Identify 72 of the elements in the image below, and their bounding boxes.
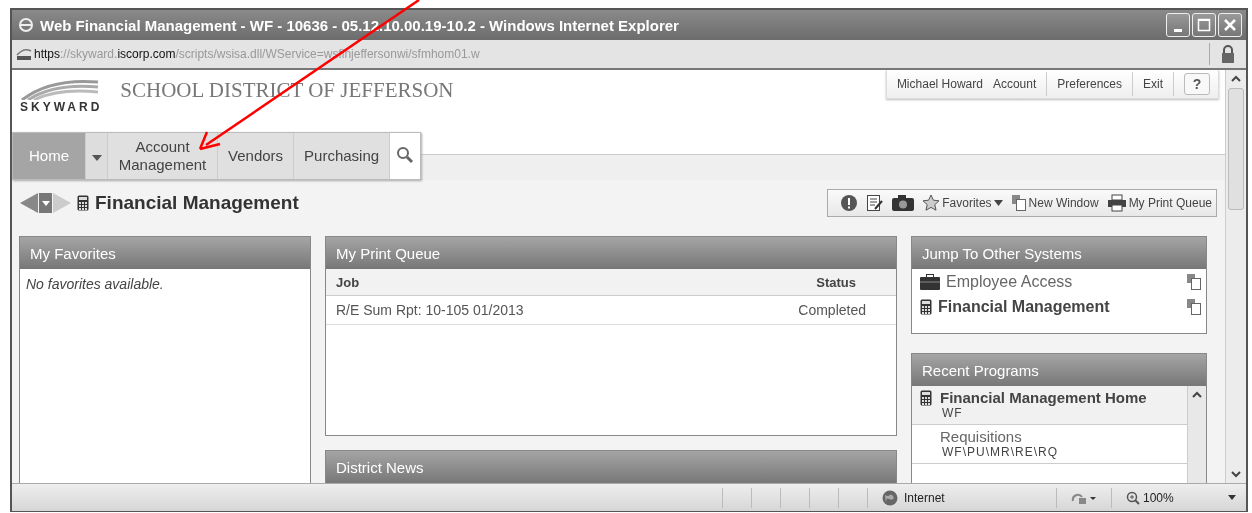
caret-icon [91,154,102,161]
maximize-button[interactable] [1192,13,1216,37]
system-link[interactable]: Financial Management [938,298,1180,316]
nav-tab[interactable]: Purchasing [294,133,391,179]
star-icon [922,194,941,212]
program-path: WF [941,406,964,420]
forward-arrow-icon [53,193,71,213]
new-window-icon [1010,194,1027,212]
new-window-button[interactable]: New Window [1010,194,1099,212]
favorites-button[interactable]: Favorites [922,194,1003,212]
alert-icon[interactable] [840,194,859,212]
scroll-up-icon [1190,390,1204,400]
program-path: WF\PU\MR\RE\RQ [941,445,1059,459]
nav-dropdown-button[interactable] [86,133,108,179]
caret-icon [41,200,50,206]
skyward-logo: SKYWARD [20,78,103,114]
new-window-icon[interactable] [1186,298,1202,316]
globe-icon [882,489,898,506]
program-name: Financial Management Home [940,389,1147,406]
user-name-link[interactable]: Michael Howard [896,77,983,91]
panel-header: My Favorites [20,237,310,269]
panel-header: My Print Queue [326,237,896,269]
lock-icon[interactable] [1220,44,1236,64]
search-button[interactable] [390,133,421,179]
user-menu-link[interactable]: Exit [1143,77,1163,91]
caret-icon [993,200,1003,206]
recent-program-item[interactable]: Financial Management Home WF [912,386,1187,425]
calculator-icon [920,389,932,406]
new-window-icon[interactable] [1186,273,1202,291]
nav-tab[interactable]: Vendors [218,133,295,179]
close-button[interactable] [1218,13,1242,37]
print-queue-button[interactable]: My Print Queue [1106,194,1212,212]
table-cell-text: Completed [797,302,867,318]
camera-icon[interactable] [892,195,915,211]
back-button[interactable] [20,193,38,213]
table-cell-text: R/E Sum Rpt: 10-105 01/2013 [335,302,525,318]
column-header: Job [335,274,361,290]
user-menu-link[interactable]: Account [992,77,1037,91]
printer-icon [1106,194,1127,212]
page-scrollbar[interactable] [1225,70,1246,483]
caret-icon [1228,495,1236,500]
nav-tab[interactable]: Account Management [108,133,218,179]
scroll-up-icon [1229,74,1243,84]
zoom-icon [1126,490,1140,505]
history-dropdown-button[interactable] [39,193,52,213]
scroll-down-icon [1229,469,1243,479]
calculator-icon [77,195,89,211]
notepad-icon[interactable] [866,194,885,212]
close-icon [1223,18,1237,32]
panel-header: Recent Programs [912,354,1206,386]
briefcase-icon [920,274,940,290]
user-menu-link[interactable]: Preferences [1057,77,1122,91]
panel-header: Jump To Other Systems [912,237,1206,269]
back-arrow-icon [20,193,38,213]
column-header: Status [815,274,857,290]
browser-icon [18,17,34,33]
maximize-icon [1197,18,1211,32]
program-name: Requisitions [940,428,1022,445]
calculator-icon [920,299,932,315]
security-zone-label: Internet [904,490,945,505]
page-title: Financial Management [95,192,299,214]
empty-message: No favorites available. [25,275,165,294]
search-icon [396,145,415,164]
list-scrollbar[interactable] [1187,386,1206,483]
system-link[interactable]: Employee Access [946,273,1180,291]
site-icon [16,47,32,61]
minimize-icon [1174,28,1182,32]
panel-header: District News [326,451,896,483]
zoom-button[interactable]: 100% [1126,490,1246,505]
help-button[interactable]: ? [1184,73,1210,95]
scrollbar-thumb[interactable] [1228,88,1244,210]
minimize-button[interactable] [1166,13,1190,37]
